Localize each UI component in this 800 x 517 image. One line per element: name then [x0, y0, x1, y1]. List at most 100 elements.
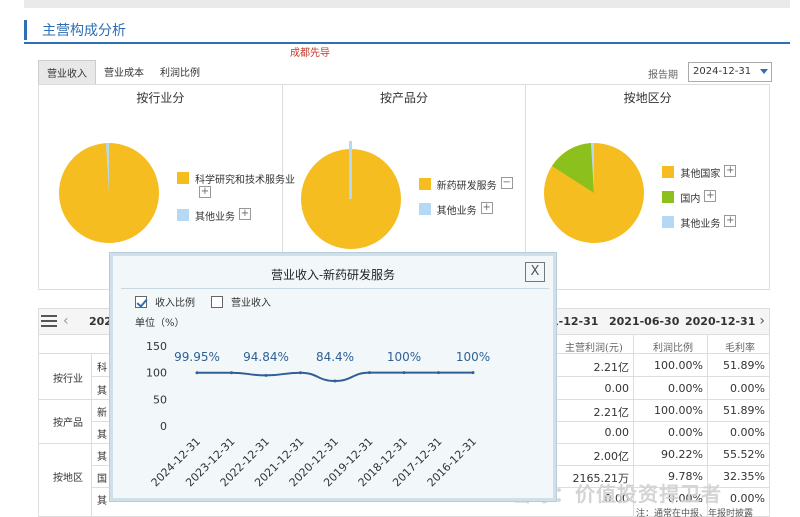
legend-item[interactable]: 新药研发服务 −: [418, 177, 513, 192]
data-label: 100%: [387, 350, 421, 364]
row-name: 新: [97, 408, 107, 419]
row-name: 其: [97, 386, 107, 397]
legend-label: 其他国家: [680, 169, 721, 180]
date-tab-partial[interactable]: 1-12-31: [551, 315, 598, 328]
cell-profit: 2.21亿: [593, 406, 630, 419]
legend-item[interactable]: 其他业务 +: [662, 215, 737, 230]
checkbox-label: 营业收入: [231, 298, 271, 309]
region-pie: [544, 143, 645, 243]
legend-item[interactable]: 其他国家 +: [662, 165, 737, 180]
tab-revenue[interactable]: 营业收入: [38, 60, 96, 84]
product-pie: [300, 141, 401, 249]
legend-swatch: [662, 216, 675, 228]
menu-icon[interactable]: [41, 315, 57, 329]
data-point: [230, 371, 233, 375]
row-name: 其: [97, 452, 107, 463]
y-tick-label: 0: [160, 420, 167, 433]
row-name: 科: [97, 363, 107, 374]
expand-plus-icon[interactable]: +: [724, 215, 737, 227]
data-label: 99.95%: [174, 350, 220, 364]
legend-label: 其他业务: [680, 219, 721, 230]
chevron-right-icon[interactable]: ›: [759, 313, 765, 329]
trend-line-chart: 05010015099.95% 94.84% 84.4% 100% 100%2024-1…: [146, 340, 490, 489]
popup-title: 营业收入-新药研发服务: [270, 268, 396, 282]
expand-plus-icon[interactable]: +: [480, 202, 493, 214]
unit-label: 单位（%）: [135, 318, 185, 329]
legend-item[interactable]: 国内 +: [662, 190, 736, 205]
data-label: 84.4%: [316, 350, 354, 364]
checkbox-checked-icon[interactable]: [135, 295, 147, 308]
expand-plus-icon[interactable]: +: [239, 208, 251, 220]
col-head-margin: 毛利率: [725, 343, 755, 354]
collapse-minus-icon[interactable]: −: [500, 177, 513, 189]
data-label: 100%: [456, 350, 490, 364]
legend-item[interactable]: 其他业务 +: [418, 202, 513, 217]
trend-popup: 营业收入-新药研发服务 X 收入比例 营业收入 单位（%） 0 50 100 150 9…: [110, 253, 556, 501]
product-legend: 新药研发服务 − 其他业务 +: [418, 177, 513, 227]
y-tick-label: 150: [146, 340, 167, 353]
section-header: 主营构成分析: [24, 16, 790, 44]
cell-margin: 55.52%: [723, 448, 765, 461]
cell-margin: 0.00%: [730, 426, 765, 439]
data-point: [299, 371, 302, 375]
cell-profit: 2.00亿: [593, 450, 630, 463]
checkbox-ratio[interactable]: 收入比例: [135, 294, 195, 309]
legend-swatch: [418, 178, 431, 190]
legend-swatch: [662, 166, 675, 178]
company-name: 成都先导: [290, 48, 330, 59]
legend-swatch: [177, 172, 189, 184]
data-point: [333, 379, 337, 383]
legend-label: 国内: [680, 194, 701, 205]
pie-slice-other: [348, 141, 352, 199]
data-label: 94.84%: [243, 350, 289, 364]
data-point: [471, 371, 475, 375]
panel-title: 按行业分: [136, 91, 185, 105]
industry-legend: 科学研究和技术服务业+ 其他业务 +: [177, 171, 295, 233]
date-tab[interactable]: 2020-12-31: [685, 315, 755, 328]
region-legend: 其他国家 + 国内 + 其他业务 +: [662, 165, 737, 240]
header-accent: [24, 20, 27, 40]
date-tab[interactable]: 2021-06-30: [609, 315, 679, 328]
cell-ratio: 90.22%: [661, 448, 703, 461]
data-point: [402, 371, 406, 375]
cell-margin: 0.00%: [730, 382, 765, 395]
expand-plus-icon[interactable]: +: [724, 165, 737, 177]
chevron-left-icon[interactable]: ‹: [63, 313, 69, 329]
panel-region: 按地区分 其他国家 + 国内 + 其他业务 +: [526, 85, 769, 289]
cell-margin: 51.89%: [723, 404, 765, 417]
period-select[interactable]: 2024-12-31: [688, 62, 772, 82]
cell-ratio: 0.00%: [668, 426, 703, 439]
date-tab-partial[interactable]: 202: [89, 315, 112, 328]
cell-ratio: 100.00%: [654, 404, 703, 417]
expand-plus-icon[interactable]: +: [199, 186, 211, 198]
industry-pie: [59, 143, 159, 243]
cell-ratio: 0.00%: [668, 382, 703, 395]
y-tick-label: 100: [146, 367, 167, 380]
data-point: [195, 371, 199, 375]
period-label: 报告期: [648, 70, 678, 81]
footnote: 注：通常在中报、年报时披露: [636, 509, 754, 517]
section-title: 主营构成分析: [42, 23, 126, 39]
legend-swatch: [662, 191, 675, 203]
tab-profit-ratio[interactable]: 利润比例: [152, 60, 208, 84]
legend-item[interactable]: 科学研究和技术服务业+: [177, 171, 295, 198]
legend-swatch: [418, 203, 431, 215]
col-head-profit: 主营利润(元): [565, 343, 623, 354]
y-tick-label: 50: [153, 393, 167, 406]
row-name: 其: [97, 496, 107, 507]
divider: [91, 353, 92, 517]
data-point: [264, 373, 268, 377]
legend-label: 科学研究和技术服务业+: [195, 175, 295, 198]
expand-plus-icon[interactable]: +: [704, 190, 717, 202]
cell-margin: 51.89%: [723, 359, 765, 372]
group-label-region: 按地区: [53, 473, 83, 484]
row-name: 其: [97, 430, 107, 441]
data-point: [437, 371, 440, 375]
checkbox-revenue[interactable]: 营业收入: [211, 294, 271, 309]
checkbox-unchecked-icon[interactable]: [211, 295, 223, 308]
legend-item[interactable]: 其他业务 +: [177, 208, 295, 223]
analysis-tabs: 营业收入 营业成本 利润比例: [38, 60, 208, 84]
tab-cost[interactable]: 营业成本: [96, 60, 152, 84]
close-icon[interactable]: X: [525, 262, 545, 282]
legend-label: 新药研发服务: [436, 181, 497, 192]
